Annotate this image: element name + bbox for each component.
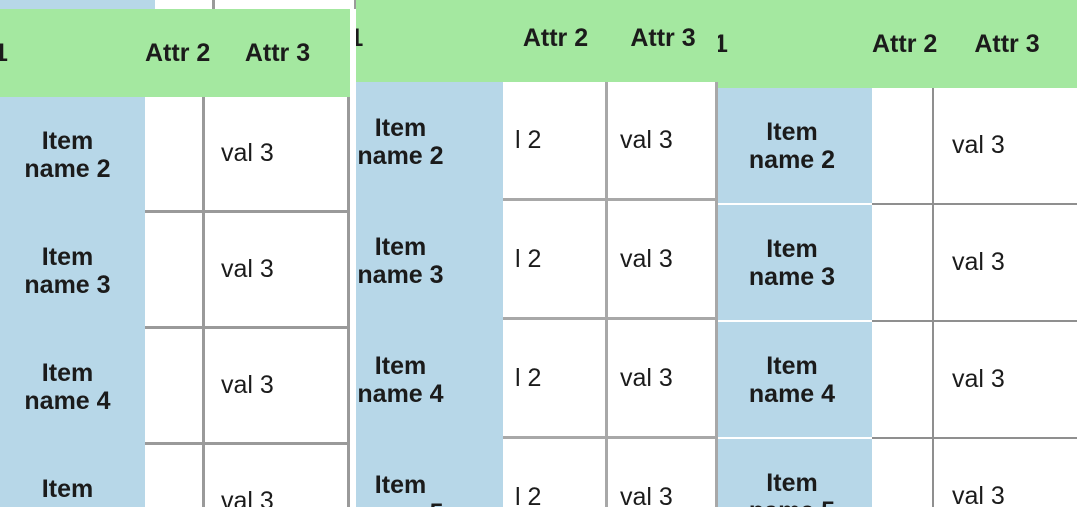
table-cell-attr2 [872,88,934,205]
table-row[interactable]: Item name 2 val 3 [0,97,350,213]
table-row[interactable]: Item name 2 val 3 [718,88,1077,205]
column-header-attr2[interactable]: Attr 2 [872,0,937,88]
column-header-attr3[interactable]: Attr 3 [934,0,1077,88]
table-cell-item-name: Item name 5 [0,445,145,507]
table-cell-attr2 [872,439,934,507]
table-cell-item-name: Item name 3 [718,205,872,322]
table-cell-attr2 [145,213,205,329]
table-panel-right: 1 Attr 2 Attr 3 Item name 2 val 3 Item n… [718,0,1077,507]
column-header-attr3[interactable]: Attr 3 [205,9,350,97]
table-row[interactable]: Item name 5 l 2 val 3 [356,439,718,507]
column-header-attr1[interactable]: 1 [718,0,872,88]
table-cell-attr3: val 3 [608,439,718,507]
table-panel-middle: Attr 1 Attr 2 Attr 3 Item name 2 l 2 val… [356,0,718,507]
partial-row-above-header: Item name 1 val 3 [0,0,356,9]
table-cell-attr2 [145,329,205,445]
table-cell-attr2 [872,322,934,439]
table-cell-attr3: val 3 [934,88,1077,205]
screenshot-stage: Item name 1 val 3 1 Attr 2 Attr 3 Item n… [0,0,1077,507]
table-cell-attr2: l 2 [503,320,608,439]
table-cell-attr3: val 3 [608,320,718,439]
table-cell-attr2 [145,445,205,507]
table-cell-item-name: Item name 5 [356,439,503,507]
table-row[interactable]: Item name 3 l 2 val 3 [356,201,718,320]
table-cell-item-name: Item name 5 [718,439,872,507]
table-cell-attr3: val 3 [608,201,718,320]
table-cell-attr2: l 2 [503,82,608,201]
column-header-attr2[interactable]: Attr 2 [145,9,210,97]
table-cell-item-name: Item name 3 [0,213,145,329]
table-cell-attr3: val 3 [205,213,350,329]
table-cell-attr2 [145,97,205,213]
table-cell-item-name: Item name 2 [356,82,503,201]
table-row[interactable]: Item name 4 l 2 val 3 [356,320,718,439]
table-header-row: Attr 1 Attr 2 Attr 3 [356,0,718,82]
column-header-attr2[interactable]: Attr 2 [503,0,608,82]
table-cell-item-name: Item name 4 [718,322,872,439]
table-row[interactable]: Item name 3 val 3 [0,213,350,329]
table-cell-item-name: Item name 3 [356,201,503,320]
column-header-attr3[interactable]: Attr 3 [608,0,718,82]
table-cell-item-name: Item name 2 [0,97,145,213]
table-header-row: 1 Attr 2 Attr 3 [0,9,350,97]
table-row[interactable]: Item name 5 val 3 [0,445,350,507]
table-cell-attr3: val 3 [215,0,356,9]
table-cell-attr3: val 3 [205,97,350,213]
table-cell-attr3: val 3 [934,439,1077,507]
table-panel-left: Item name 1 val 3 1 Attr 2 Attr 3 Item n… [0,0,356,507]
column-header-attr1[interactable]: 1 [0,9,145,97]
table-cell-attr3: val 3 [934,322,1077,439]
data-table: Attr 1 Attr 2 Attr 3 Item name 2 l 2 val… [356,0,718,507]
table-row[interactable]: Item name 5 val 3 [718,439,1077,507]
table-header-row: 1 Attr 2 Attr 3 [718,0,1077,88]
data-table: 1 Attr 2 Attr 3 Item name 2 val 3 Item n… [0,9,350,507]
table-cell-attr3: val 3 [934,205,1077,322]
table-cell-item-name: Item name 1 [0,0,155,9]
table-cell-attr2-empty [155,0,215,9]
data-table: 1 Attr 2 Attr 3 Item name 2 val 3 Item n… [718,0,1077,507]
table-cell-attr2: l 2 [503,439,608,507]
table-row[interactable]: Item name 3 val 3 [718,205,1077,322]
column-header-attr1[interactable]: Attr 1 [356,0,503,82]
table-row[interactable]: Item name 2 l 2 val 3 [356,82,718,201]
table-cell-attr3: val 3 [608,82,718,201]
table-cell-item-name: Item name 4 [0,329,145,445]
table-cell-attr3: val 3 [205,329,350,445]
table-row[interactable]: Item name 4 val 3 [718,322,1077,439]
table-cell-item-name: Item name 4 [356,320,503,439]
table-cell-attr2: l 2 [503,201,608,320]
table-cell-attr2 [872,205,934,322]
table-row[interactable]: Item name 4 val 3 [0,329,350,445]
table-cell-item-name: Item name 2 [718,88,872,205]
table-cell-attr3: val 3 [205,445,350,507]
